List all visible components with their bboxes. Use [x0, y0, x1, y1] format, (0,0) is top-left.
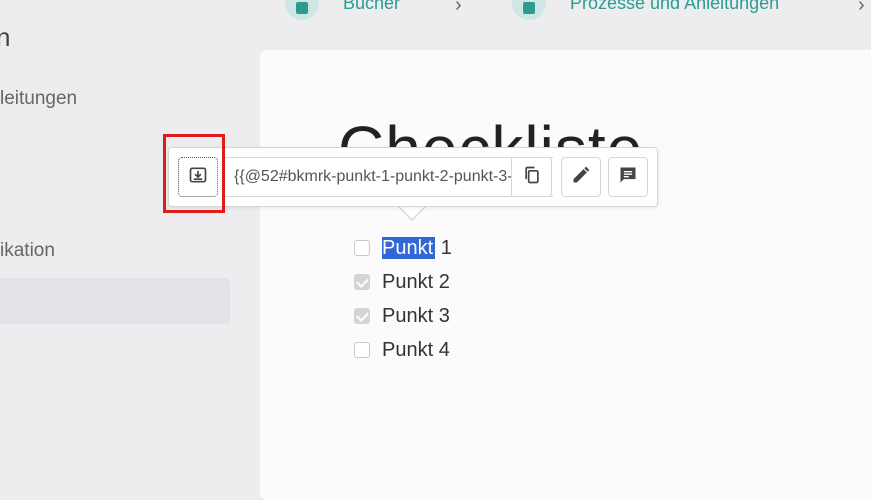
link-popover [168, 147, 658, 207]
breadcrumb-item-books[interactable]: Bücher [285, 0, 401, 20]
checklist-item: Punkt 4 [354, 337, 450, 363]
checkbox-checked[interactable] [354, 308, 370, 324]
sidebar-item[interactable]: leitungen [0, 88, 77, 110]
checklist-label: Punkt 2 [382, 270, 450, 293]
link-field[interactable] [223, 157, 553, 197]
breadcrumb-item-chapter[interactable]: Prozesse und Anleitungen [512, 0, 780, 20]
breadcrumb-label: Bücher [343, 0, 401, 13]
sidebar-item[interactable]: ikation [0, 240, 55, 262]
checklist-label: Punkt 4 [382, 338, 450, 361]
copy-button[interactable] [511, 157, 552, 197]
annotation-highlight [163, 134, 225, 213]
sidebar-title: n [0, 22, 11, 52]
breadcrumb-label: Prozesse und Anleitungen [570, 0, 780, 13]
chevron-right-icon: › [455, 0, 462, 16]
checkbox[interactable] [354, 342, 370, 358]
checklist-item: Punkt 2 [354, 269, 450, 295]
edit-button[interactable] [561, 157, 601, 197]
chevron-right-icon: › [858, 0, 865, 16]
sidebar-item-active[interactable] [0, 278, 230, 324]
checklist-label: Punkt 3 [382, 304, 450, 327]
checkbox[interactable] [354, 240, 370, 256]
pencil-icon [571, 165, 591, 190]
selected-text: Punkt [382, 236, 436, 259]
checklist-item: Punkt 1 [354, 235, 452, 261]
checkbox-checked[interactable] [354, 274, 370, 290]
book-icon [285, 0, 319, 20]
comment-icon [618, 165, 638, 190]
copy-icon [522, 165, 542, 190]
checklist-label-rest: 1 [435, 236, 452, 259]
popover-arrow [398, 206, 426, 221]
comment-button[interactable] [608, 157, 648, 197]
chapter-icon [512, 0, 546, 20]
checklist-item: Punkt 3 [354, 303, 450, 329]
